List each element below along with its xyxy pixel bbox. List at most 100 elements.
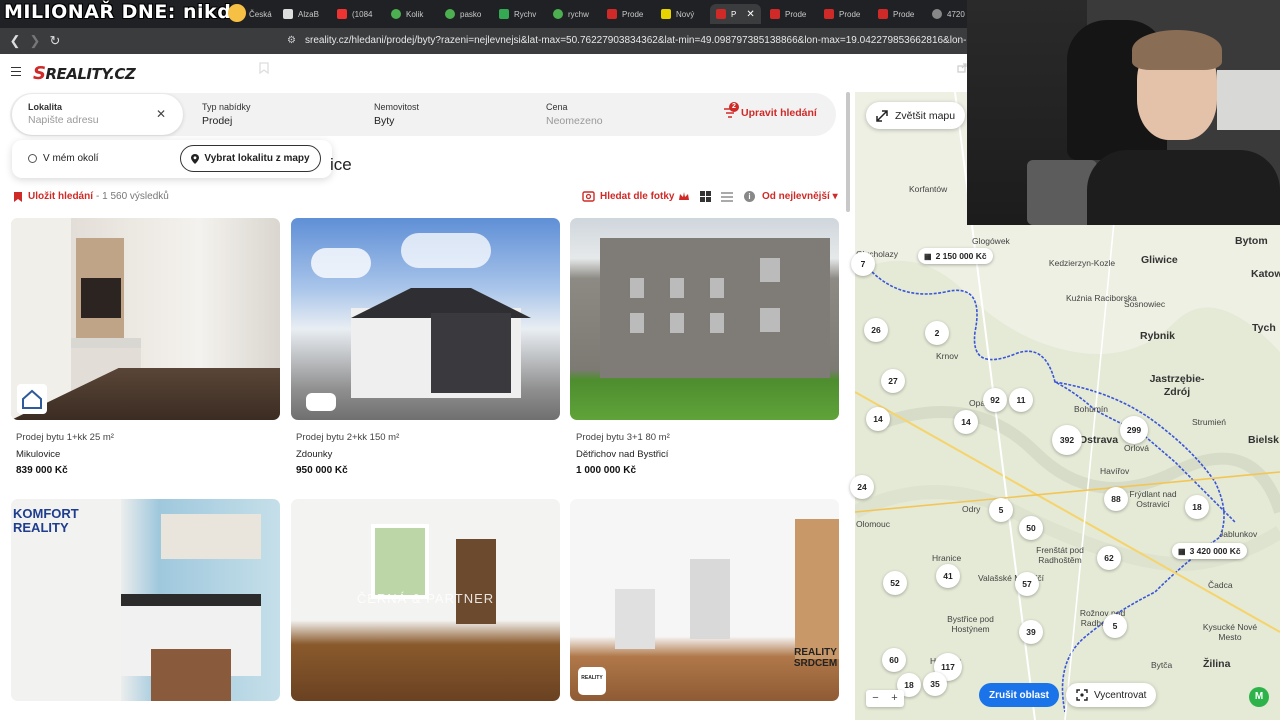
browser-tab[interactable]: rychw bbox=[553, 4, 589, 24]
location-input[interactable] bbox=[28, 114, 148, 126]
sreality-icon bbox=[770, 9, 780, 19]
info-icon[interactable]: i bbox=[744, 191, 755, 202]
browser-tab[interactable]: Prode bbox=[824, 4, 860, 24]
listing-photo[interactable]: KOMFORT REALITY bbox=[11, 499, 280, 701]
select-from-map-label: Vybrat lokalitu z mapy bbox=[204, 153, 310, 164]
listing-title[interactable]: Prodej bytu 2+kk 150 m² bbox=[296, 432, 399, 443]
edit-search-button[interactable]: 2 Upravit hledání bbox=[723, 102, 817, 119]
recenter-button[interactable]: Vycentrovat bbox=[1066, 683, 1157, 707]
listing-title[interactable]: Prodej bytu 1+kk 25 m² bbox=[16, 432, 114, 443]
listing-photo[interactable] bbox=[11, 218, 280, 420]
listing-price: 1 000 000 Kč bbox=[576, 465, 637, 476]
sort-dropdown[interactable]: Od nejlevnější ▾ bbox=[762, 191, 838, 202]
map-cluster[interactable]: 5 bbox=[1103, 614, 1127, 638]
map-cluster[interactable]: 299 bbox=[1120, 416, 1148, 444]
share-icon[interactable] bbox=[957, 63, 967, 73]
tab-favicon-icon bbox=[553, 9, 563, 19]
clear-icon[interactable]: ✕ bbox=[156, 107, 166, 121]
price-value[interactable]: Neomezeno bbox=[546, 115, 603, 127]
map-cluster[interactable]: 2 bbox=[925, 321, 949, 345]
listing-price: 839 000 Kč bbox=[16, 465, 68, 476]
browser-tab[interactable]: AlzaB bbox=[283, 4, 319, 24]
pin-icon bbox=[191, 153, 200, 164]
map-cluster[interactable]: 35 bbox=[923, 672, 947, 696]
browser-tab[interactable]: Prode bbox=[607, 4, 643, 24]
map-cluster[interactable]: 26 bbox=[864, 318, 888, 342]
map-cluster[interactable]: 14 bbox=[866, 407, 890, 431]
map-town-label: Bytča bbox=[1151, 660, 1173, 670]
site-info-icon[interactable]: ⚙ bbox=[287, 35, 296, 46]
map-cluster[interactable]: 18 bbox=[1185, 495, 1209, 519]
browser-tab[interactable]: Prode bbox=[770, 4, 806, 24]
listing-location: Dětřichov nad Bystřicí bbox=[576, 449, 669, 460]
listing-photo[interactable] bbox=[570, 218, 839, 420]
bookmark-icon[interactable] bbox=[259, 62, 269, 74]
save-search-button[interactable]: Uložit hledání - 1 560 výsledků bbox=[14, 191, 169, 202]
map-cluster[interactable]: 50 bbox=[1019, 516, 1043, 540]
browser-tab[interactable]: Kolik bbox=[391, 4, 423, 24]
site-logo[interactable]: SREALITY.CZ bbox=[33, 63, 136, 84]
reload-icon[interactable]: ↻ bbox=[47, 33, 63, 49]
results-scrollbar[interactable] bbox=[846, 92, 850, 212]
cancel-area-button[interactable]: Zrušit oblast bbox=[979, 683, 1060, 707]
listing-photo[interactable]: REALITY REALITY SRDCEM bbox=[570, 499, 839, 701]
listing-photo[interactable]: ČERNÁ & PARTNER bbox=[291, 499, 560, 701]
listing-photo[interactable] bbox=[291, 218, 560, 420]
map-cluster[interactable]: 27 bbox=[881, 369, 905, 393]
map-cluster[interactable]: 392 bbox=[1052, 425, 1082, 455]
browser-tab[interactable]: Nový bbox=[661, 4, 694, 24]
building-icon: ▦ bbox=[1178, 546, 1186, 556]
zoom-in-button[interactable]: + bbox=[885, 690, 904, 707]
offer-type-value[interactable]: Prodej bbox=[202, 115, 232, 127]
list-view-icon[interactable] bbox=[721, 191, 733, 202]
back-icon[interactable]: ❮ bbox=[7, 33, 23, 49]
nearby-option[interactable]: V mém okolí bbox=[26, 152, 99, 165]
browser-tab[interactable]: Rychv bbox=[499, 4, 536, 24]
select-from-map-button[interactable]: Vybrat lokalitu z mapy bbox=[180, 145, 321, 172]
enlarge-map-button[interactable]: Zvětšit mapu bbox=[866, 102, 966, 129]
address-bar: ❮ ❯ ↻ ⚙ sreality.cz/hledani/prodej/byty?… bbox=[0, 28, 985, 74]
url-text[interactable]: sreality.cz/hledani/prodej/byty?razeni=n… bbox=[305, 35, 985, 46]
map-town-label: Ostrava bbox=[1079, 434, 1119, 446]
zoom-out-button[interactable]: − bbox=[866, 690, 885, 707]
map-cluster[interactable]: 57 bbox=[1015, 572, 1039, 596]
browser-tab[interactable]: pasko bbox=[445, 4, 481, 24]
grid-view-icon[interactable] bbox=[700, 191, 711, 202]
map-town-label: Katow bbox=[1251, 268, 1280, 280]
map-price-tag[interactable]: ▦ 2 150 000 Kč bbox=[918, 248, 993, 264]
property-type-value[interactable]: Byty bbox=[374, 115, 394, 127]
map-cluster[interactable]: 24 bbox=[850, 475, 874, 499]
map-price-tag[interactable]: ▦ 3 420 000 Kč bbox=[1172, 543, 1247, 559]
map-cluster[interactable]: 11 bbox=[1009, 388, 1033, 412]
map-cluster[interactable]: 5 bbox=[989, 498, 1013, 522]
photo-icon bbox=[582, 191, 595, 202]
browser-tab-active[interactable]: P ✕ bbox=[710, 4, 761, 24]
map-town-label: Bielsk bbox=[1248, 434, 1279, 446]
map-cluster[interactable]: 60 bbox=[882, 648, 906, 672]
listing-price: 950 000 Kč bbox=[296, 465, 348, 476]
browser-tab[interactable]: (1084 bbox=[337, 4, 372, 24]
menu-icon[interactable] bbox=[11, 67, 21, 76]
map-cluster[interactable]: 41 bbox=[936, 564, 960, 588]
youtube-icon bbox=[337, 9, 347, 19]
listing-title[interactable]: Prodej bytu 3+1 80 m² bbox=[576, 432, 670, 443]
photo-search-button[interactable]: Hledat dle fotky bbox=[582, 190, 690, 202]
map-cluster[interactable]: 62 bbox=[1097, 546, 1121, 570]
tab-label: Česká bbox=[249, 9, 272, 19]
map-cluster[interactable]: 7 bbox=[851, 252, 875, 276]
map-cluster[interactable]: 88 bbox=[1104, 487, 1128, 511]
tab-favicon-icon bbox=[283, 9, 293, 19]
map-cluster[interactable]: 39 bbox=[1019, 620, 1043, 644]
browser-tab[interactable]: 4720 bbox=[932, 4, 965, 24]
assistant-badge[interactable]: M bbox=[1249, 687, 1269, 707]
map-cluster[interactable]: 92 bbox=[983, 388, 1007, 412]
close-tab-icon[interactable]: ✕ bbox=[746, 9, 754, 20]
map-town-label: Jastrzębie-Zdrój bbox=[1149, 373, 1205, 398]
browser-tab[interactable]: Prode bbox=[878, 4, 914, 24]
nearby-label: V mém okolí bbox=[43, 153, 99, 164]
sreality-icon bbox=[716, 9, 726, 19]
tab-label: Prode bbox=[839, 9, 861, 19]
map-cluster[interactable]: 14 bbox=[954, 410, 978, 434]
forward-icon[interactable]: ❯ bbox=[27, 33, 43, 49]
map-cluster[interactable]: 52 bbox=[883, 571, 907, 595]
